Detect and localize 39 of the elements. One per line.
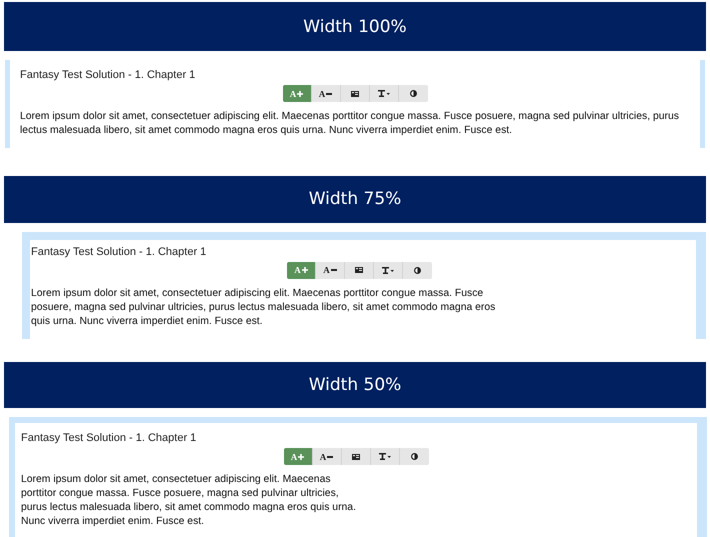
toolbar-button[interactable]: A <box>282 85 312 102</box>
list-icon <box>350 90 358 97</box>
minus-icon <box>326 92 332 95</box>
plus-icon <box>302 267 308 274</box>
toolbar-button[interactable] <box>370 85 398 102</box>
toolbar-button[interactable]: A <box>312 85 340 102</box>
list-icon <box>355 267 363 274</box>
toolbar-button[interactable]: A <box>316 262 345 279</box>
section-banner: Width 100% <box>4 2 706 52</box>
toolbar-button[interactable] <box>340 85 370 102</box>
toolbar-button[interactable]: A <box>312 448 342 465</box>
toolbar-button[interactable] <box>374 262 403 279</box>
toolbar-button[interactable]: A <box>287 262 316 279</box>
plus-icon <box>298 454 304 460</box>
text-height-icon <box>378 90 390 98</box>
toolbar-button[interactable] <box>403 262 432 279</box>
plus-icon <box>297 90 304 97</box>
contrast-icon <box>414 266 421 274</box>
contrast-icon <box>410 90 416 98</box>
minus-icon <box>327 456 334 458</box>
section-banner: Width 75% <box>4 176 706 223</box>
toolbar-button[interactable] <box>345 262 374 279</box>
toolbar-button[interactable]: A <box>284 448 312 465</box>
chapter-title: Fantasy Test Solution - 1. Chapter 1 <box>31 244 208 259</box>
chapter-title: Fantasy Test Solution - 1. Chapter 1 <box>20 68 196 82</box>
toolbar-button[interactable] <box>342 448 370 465</box>
toolbar-button[interactable] <box>370 448 400 465</box>
body-paragraph: Lorem ipsum dolor sit amet, consectetuer adipiscing elit. Maecenas porttitor congue massa. Fusce posuere, magna sed pulvinar ultricies, purus lectus malesuada libero, sit amet commodo magna eros quis urna. Nunc viverra imperdiet enim. Fusce est. <box>31 286 496 329</box>
section-banner: Width 50% <box>4 362 706 408</box>
body-paragraph: Lorem ipsum dolor sit amet, consectetuer adipiscing elit. Maecenas porttitor congue massa. Fusce posuere, magna sed pulvinar ultricies, purus lectus malesuada libero, sit amet commodo magna eros quis urna. Nunc viverra imperdiet enim. Fusce est. <box>20 110 680 138</box>
toolbar-button[interactable] <box>398 85 428 102</box>
toolbar-button[interactable] <box>400 448 428 465</box>
body-paragraph: Lorem ipsum dolor sit amet, consectetuer adipiscing elit. Maecenas porttitor congue massa. Fusce posuere, magna sed pulvinar ultricies, purus lectus malesuada libero, sit amet commodo magna eros quis urna. Nunc viverra imperdiet enim. Fusce est. <box>21 473 357 529</box>
chapter-title: Fantasy Test Solution - 1. Chapter 1 <box>21 431 198 445</box>
contrast-icon <box>410 453 418 460</box>
text-height-icon <box>382 266 394 274</box>
list-icon <box>352 454 360 460</box>
minus-icon <box>330 269 337 272</box>
text-height-icon <box>378 453 390 460</box>
